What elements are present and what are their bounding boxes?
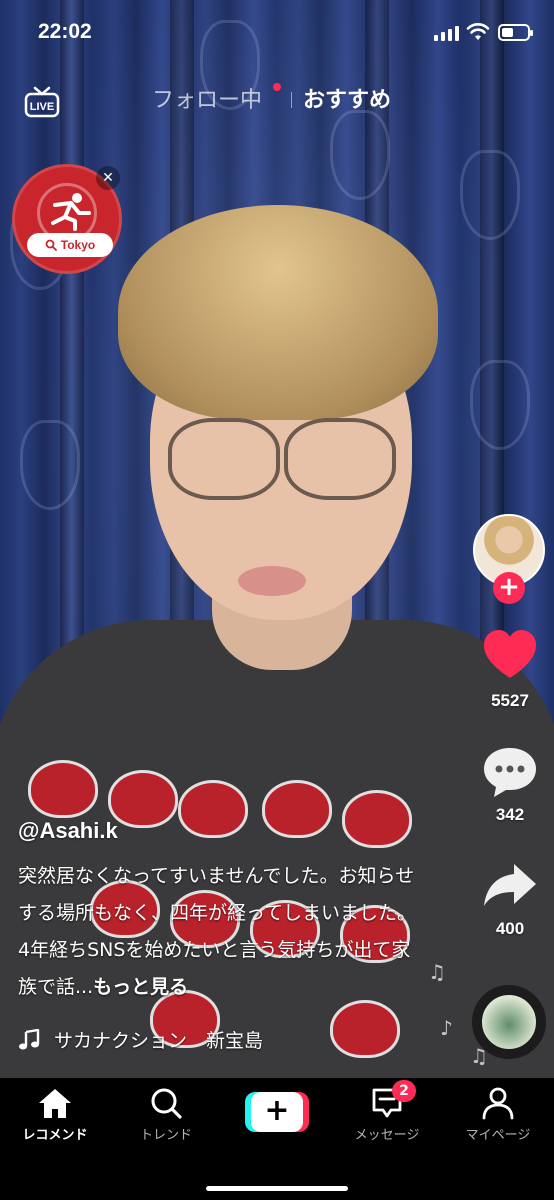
shirt-print bbox=[262, 780, 332, 838]
nav-home-label: レコメンド bbox=[22, 1128, 88, 1143]
close-icon[interactable]: ✕ bbox=[96, 166, 120, 190]
badge-search-pill[interactable]: Tokyo bbox=[27, 233, 113, 257]
caption-body: 突然居なくなってすいませんでした。お知らせする場所もなく、四年が経ってしまいまし… bbox=[18, 865, 417, 998]
battery-icon bbox=[498, 24, 533, 41]
curtain-pattern bbox=[330, 110, 390, 200]
status-bar: 22:02 bbox=[0, 0, 554, 64]
share-count: 400 bbox=[495, 919, 525, 938]
runner-icon bbox=[51, 193, 91, 231]
person-hair bbox=[118, 205, 438, 420]
curtain-pattern bbox=[20, 420, 80, 510]
nav-trend[interactable]: トレンド bbox=[111, 1086, 221, 1143]
music-title: サカナクション 新宝島 bbox=[54, 1030, 264, 1052]
comment-count: 342 bbox=[495, 805, 525, 824]
music-note-icon: ♪ bbox=[440, 1016, 453, 1040]
glasses-lens bbox=[284, 418, 396, 500]
glasses-lens bbox=[168, 418, 280, 500]
shirt-print bbox=[330, 1000, 400, 1058]
create-button[interactable]: + bbox=[245, 1092, 309, 1132]
tab-divider bbox=[291, 92, 292, 108]
home-indicator bbox=[206, 1186, 348, 1191]
see-more-link[interactable]: もっと見る bbox=[93, 976, 188, 998]
curtain-pattern bbox=[460, 150, 520, 240]
follow-plus-button[interactable]: + bbox=[493, 572, 525, 604]
share-icon[interactable] bbox=[480, 856, 540, 916]
caption-text: 突然居なくなってすいませんでした。お知らせする場所もなく、四年が経ってしまいまし… bbox=[18, 858, 428, 1006]
music-disc[interactable] bbox=[472, 985, 546, 1059]
search-icon bbox=[45, 239, 57, 251]
nav-mypage[interactable]: マイページ bbox=[443, 1086, 553, 1143]
wifi-icon bbox=[466, 23, 490, 40]
shirt-print bbox=[28, 760, 98, 818]
nav-home[interactable]: レコメンド bbox=[0, 1086, 110, 1143]
music-row[interactable]: サカナクション 新宝島 bbox=[18, 1026, 263, 1053]
bottom-nav: レコメンド トレンド + メッセージ 2 マイページ bbox=[0, 1078, 554, 1200]
shirt-print bbox=[108, 770, 178, 828]
home-icon bbox=[39, 1089, 71, 1118]
like-count: 5527 bbox=[491, 691, 529, 710]
shirt-print bbox=[342, 790, 412, 848]
person-shirt bbox=[0, 620, 554, 1078]
status-time: 22:02 bbox=[38, 20, 92, 43]
badge-label: Tokyo bbox=[60, 238, 96, 252]
profile-icon bbox=[482, 1087, 514, 1120]
nav-messages-label: メッセージ bbox=[354, 1128, 420, 1143]
comment-icon[interactable] bbox=[480, 742, 540, 802]
nav-messages[interactable]: メッセージ bbox=[332, 1086, 442, 1143]
tab-recommended[interactable]: おすすめ bbox=[303, 82, 391, 114]
nav-mypage-label: マイページ bbox=[465, 1128, 531, 1143]
plus-icon: + bbox=[251, 1092, 303, 1132]
nav-trend-label: トレンド bbox=[139, 1128, 192, 1143]
search-icon bbox=[151, 1088, 182, 1119]
messages-badge: 2 bbox=[392, 1080, 416, 1102]
shirt-print bbox=[178, 780, 248, 838]
person-lips bbox=[238, 566, 306, 596]
tab-following[interactable]: フォロー中 bbox=[152, 82, 262, 114]
following-new-dot bbox=[273, 83, 281, 91]
feed-tabs: フォロー中 おすすめ bbox=[0, 82, 554, 118]
cell-signal-icon bbox=[434, 26, 459, 41]
caption-username[interactable]: @Asahi.k bbox=[18, 818, 118, 844]
heart-icon[interactable] bbox=[480, 626, 540, 686]
curtain-pattern bbox=[470, 360, 530, 450]
music-note-icon: ♫ bbox=[428, 960, 446, 984]
music-note-icon bbox=[19, 1028, 40, 1049]
